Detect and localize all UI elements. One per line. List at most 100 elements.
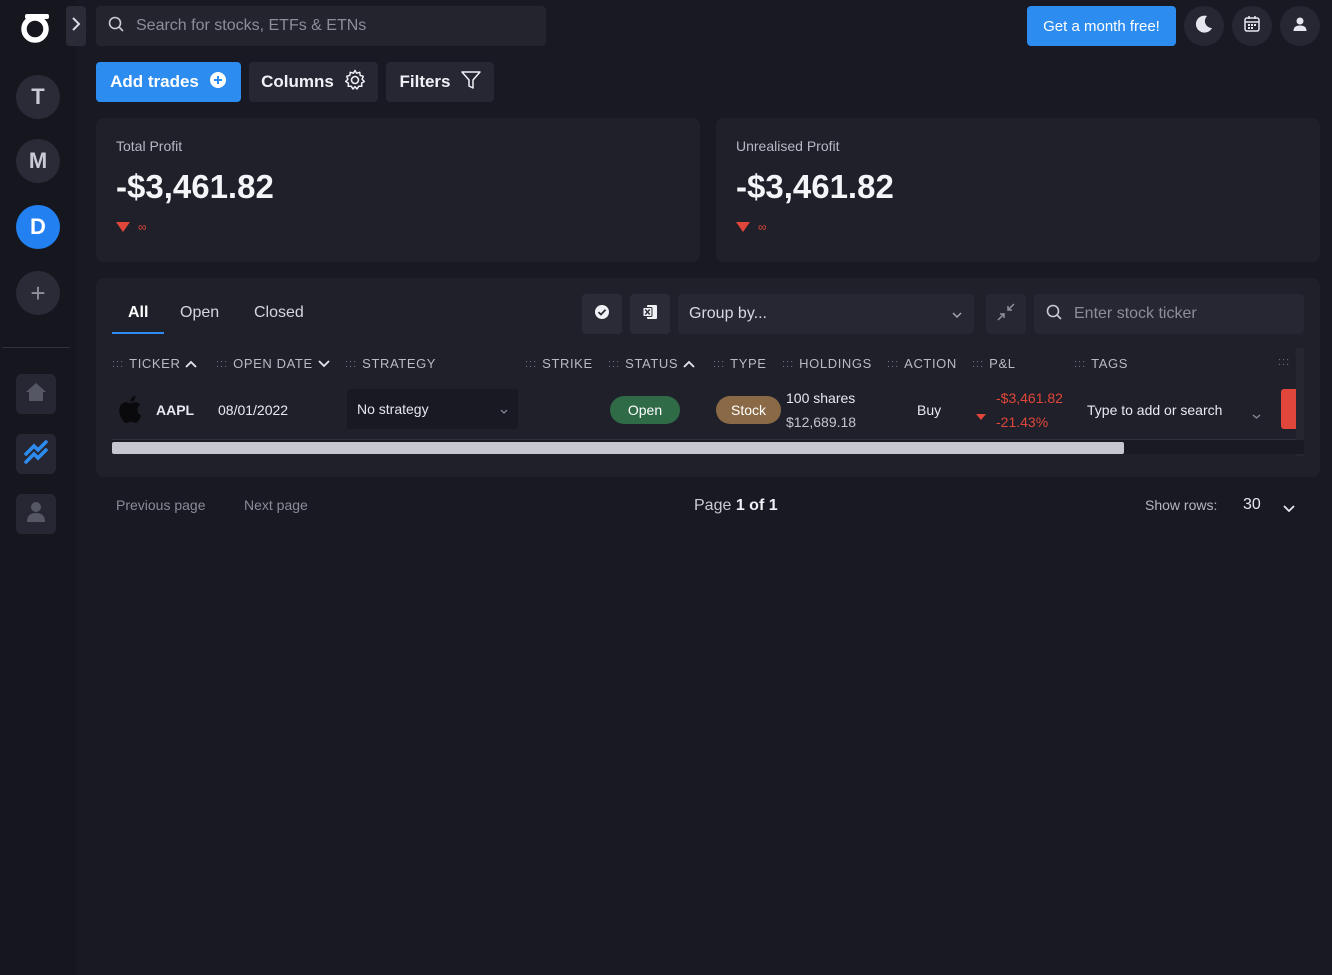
total-profit-delta: ∞ <box>116 220 680 234</box>
columns-label: Columns <box>261 72 334 91</box>
pnl-down-arrow-icon <box>976 407 986 423</box>
expand-sidebar-button[interactable] <box>66 6 86 46</box>
column-header-holdings[interactable]: ::: HOLDINGS <box>782 356 872 371</box>
account-button[interactable] <box>1280 6 1320 46</box>
user-icon <box>26 501 46 528</box>
drag-handle-icon[interactable]: ::: <box>1074 358 1086 370</box>
chevron-down-icon[interactable] <box>1252 406 1261 422</box>
plus-circle-icon <box>209 71 227 94</box>
add-trades-label: Add trades <box>110 72 199 91</box>
nav-home-button[interactable] <box>16 374 56 414</box>
column-header-strike[interactable]: ::: STRIKE <box>525 356 593 371</box>
get-month-free-button[interactable]: Get a month free! <box>1027 6 1176 46</box>
column-header-status-label: STATUS <box>625 356 679 371</box>
column-header-open-date-label: OPEN DATE <box>233 356 313 371</box>
drag-handle-icon[interactable]: ::: <box>713 358 725 370</box>
export-excel-button[interactable] <box>630 294 670 334</box>
workspace-avatar-d[interactable]: D <box>16 205 60 249</box>
ticker-search-bar[interactable] <box>1034 294 1304 334</box>
total-profit-card: Total Profit -$3,461.82 ∞ <box>96 118 700 262</box>
holdings-shares-cell: 100 shares <box>786 390 856 406</box>
chevron-right-icon <box>71 16 81 37</box>
gear-icon <box>344 69 366 96</box>
status-badge: Open <box>610 396 680 424</box>
filter-icon <box>460 70 481 94</box>
column-header-status[interactable]: ::: STATUS <box>608 356 695 371</box>
unrealised-profit-delta-value: ∞ <box>758 220 767 234</box>
workspace-avatar-m[interactable]: M <box>16 139 60 183</box>
drag-handle-icon[interactable]: ::: <box>216 358 228 370</box>
drag-handle-icon[interactable]: ::: <box>1278 356 1290 368</box>
pnl-value-cell: -$3,461.82 <box>996 390 1063 406</box>
type-badge: Stock <box>716 396 781 424</box>
open-date-cell: 08/01/2022 <box>218 402 289 418</box>
trades-icon <box>23 439 49 470</box>
tab-open[interactable]: Open <box>180 304 219 322</box>
home-icon <box>25 382 47 407</box>
show-rows-select[interactable]: 30 <box>1243 496 1261 514</box>
drag-handle-icon[interactable]: ::: <box>345 358 357 370</box>
strategy-value: No strategy <box>357 401 429 417</box>
drag-handle-icon[interactable]: ::: <box>112 358 124 370</box>
down-triangle-icon <box>736 222 750 232</box>
chevron-down-icon[interactable] <box>1283 500 1295 516</box>
app-logo-icon[interactable] <box>19 10 53 44</box>
previous-page-button[interactable]: Previous page <box>116 497 206 513</box>
ticker-search-input[interactable] <box>1074 305 1274 323</box>
drag-handle-icon[interactable]: ::: <box>608 358 620 370</box>
nav-trades-button[interactable] <box>16 434 56 474</box>
trades-table-panel: All Open Closed Group by... Enter stock … <box>96 278 1320 477</box>
column-header-strike-label: STRIKE <box>542 356 593 371</box>
collapse-button[interactable] <box>986 294 1026 334</box>
search-icon <box>108 16 124 37</box>
drag-handle-icon[interactable]: ::: <box>782 358 794 370</box>
apple-logo-icon <box>116 394 142 427</box>
unrealised-profit-card: Unrealised Profit -$3,461.82 ∞ <box>716 118 1320 262</box>
workspace-avatar-t[interactable]: T <box>16 75 60 119</box>
tab-all[interactable]: All <box>128 304 148 322</box>
horizontal-scrollbar[interactable] <box>112 440 1304 454</box>
next-page-button[interactable]: Next page <box>244 497 308 513</box>
down-triangle-icon <box>116 222 130 232</box>
add-workspace-button[interactable]: + <box>16 271 60 315</box>
stock-search-bar[interactable] <box>96 6 546 46</box>
select-trades-button[interactable] <box>582 294 622 334</box>
chevron-down-icon <box>500 401 508 417</box>
show-rows-label: Show rows: <box>1145 497 1218 513</box>
action-cell: Buy <box>917 402 942 418</box>
add-trades-button[interactable]: Add trades <box>96 62 241 102</box>
column-header-strategy[interactable]: ::: STRATEGY <box>345 356 436 371</box>
sort-up-icon <box>683 356 695 371</box>
filters-button[interactable]: Filters <box>386 62 494 102</box>
check-circle-icon <box>595 304 609 324</box>
account-icon <box>1292 16 1308 37</box>
drag-handle-icon[interactable]: ::: <box>972 358 984 370</box>
column-header-ticker[interactable]: ::: TICKER <box>112 356 198 371</box>
column-header-type[interactable]: ::: TYPE <box>713 356 767 371</box>
theme-toggle-button[interactable] <box>1184 6 1224 46</box>
unrealised-profit-value: -$3,461.82 <box>736 168 894 205</box>
sort-down-icon <box>318 356 330 371</box>
stock-search-input[interactable] <box>136 17 496 35</box>
column-header-open-date[interactable]: ::: OPEN DATE <box>216 356 330 371</box>
drag-handle-icon[interactable]: ::: <box>525 358 537 370</box>
strategy-select[interactable]: No strategy <box>347 389 518 429</box>
drag-handle-icon[interactable]: ::: <box>887 358 899 370</box>
column-header-extra[interactable]: ::: <box>1278 356 1290 368</box>
column-header-action[interactable]: ::: ACTION <box>887 356 957 371</box>
horizontal-scrollbar-thumb[interactable] <box>112 442 1124 454</box>
group-by-select[interactable]: Group by... <box>678 294 974 334</box>
column-header-pnl[interactable]: ::: P&L <box>972 356 1016 371</box>
column-header-tags[interactable]: ::: TAGS <box>1074 356 1128 371</box>
calendar-button[interactable] <box>1232 6 1272 46</box>
chevron-down-icon <box>952 305 962 323</box>
tab-closed[interactable]: Closed <box>254 304 304 322</box>
columns-button[interactable]: Columns <box>249 62 378 102</box>
calendar-icon <box>1243 15 1261 38</box>
tags-input[interactable]: Type to add or search <box>1087 402 1222 418</box>
ticker-cell[interactable]: AAPL <box>156 402 194 418</box>
search-icon <box>1046 304 1062 325</box>
sort-up-icon <box>185 356 198 371</box>
row-action-handle[interactable] <box>1281 389 1296 429</box>
nav-profile-button[interactable] <box>16 494 56 534</box>
